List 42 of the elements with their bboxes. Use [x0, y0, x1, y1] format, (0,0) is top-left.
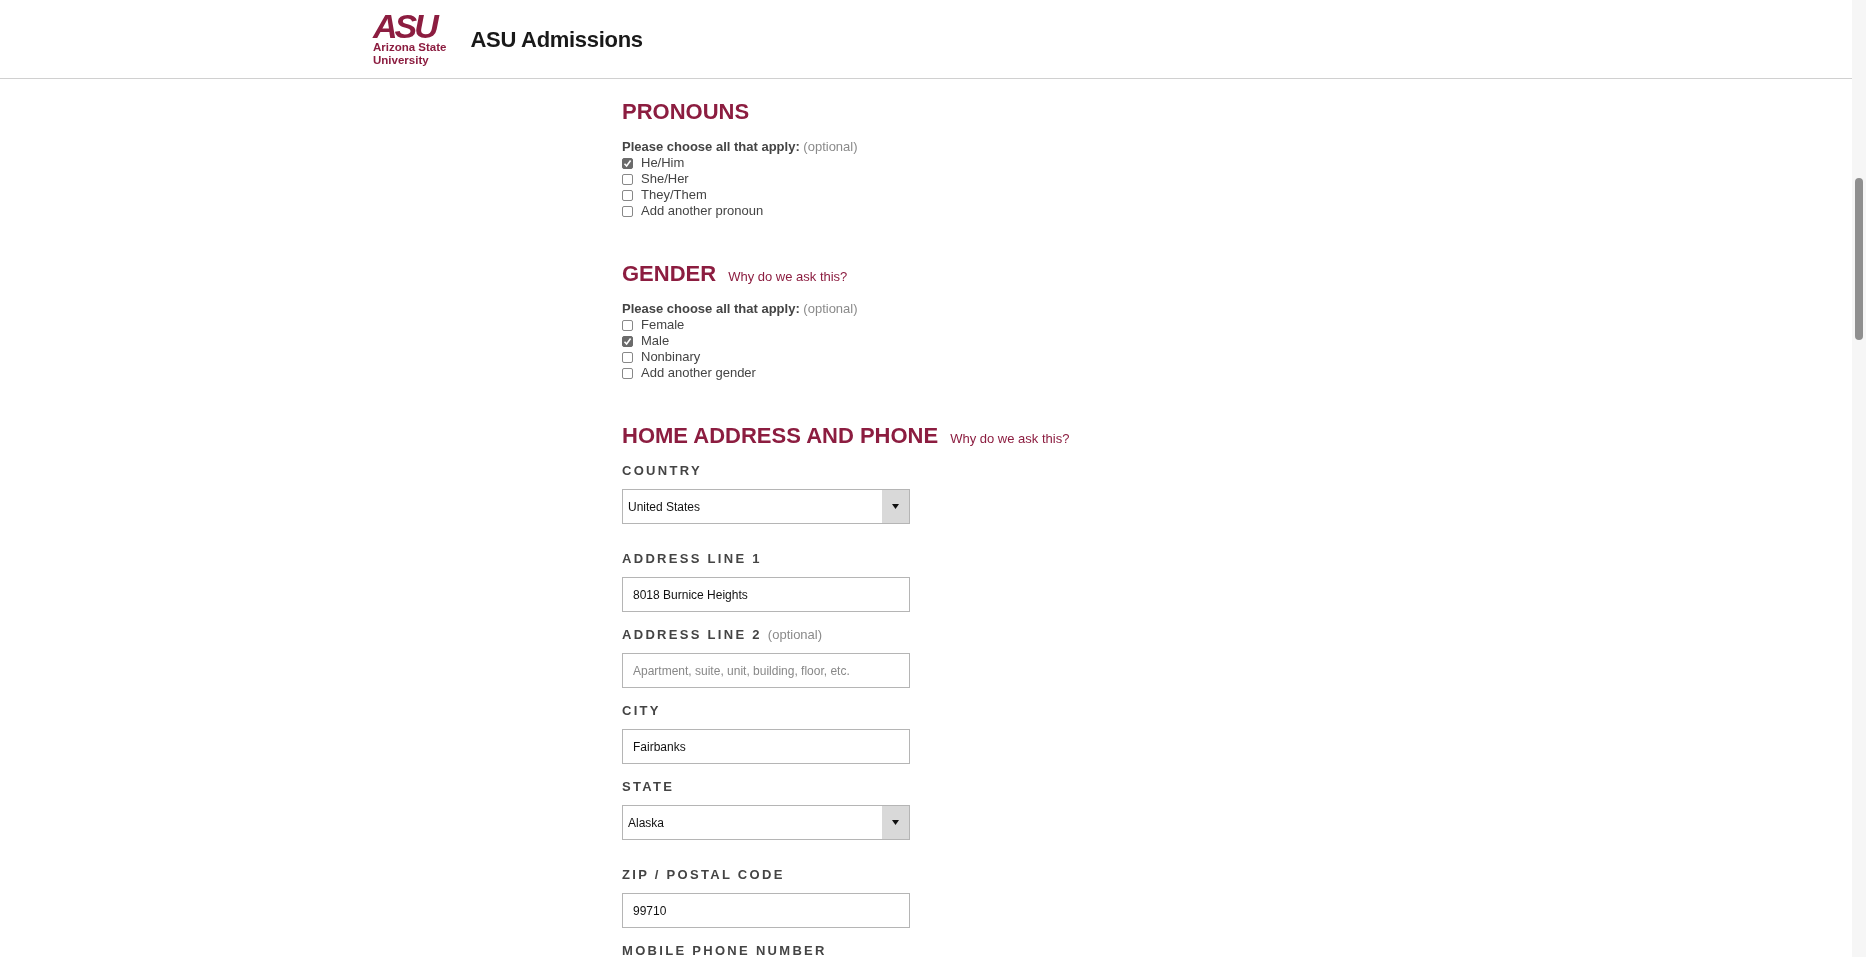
section-heading: HOME ADDRESS AND PHONE — [622, 423, 939, 449]
why-link[interactable]: Why do we ask this? — [950, 429, 1070, 449]
why-link[interactable]: Why do we ask this? — [728, 267, 848, 287]
checkbox[interactable] — [622, 205, 633, 217]
field-label: MOBILE PHONE NUMBER — [622, 943, 828, 957]
field-label: STATE — [622, 779, 676, 795]
scrollbar-thumb[interactable] — [1855, 178, 1863, 340]
scrollbar[interactable] — [1852, 0, 1866, 957]
option-label: He/Him — [641, 155, 685, 171]
option-label: Female — [641, 317, 685, 333]
site-title: ASU Admissions — [470, 25, 643, 54]
input-field[interactable]: 8018 Burnice Heights — [622, 577, 910, 612]
caret-icon — [892, 820, 899, 825]
input-field[interactable]: 99710 — [622, 893, 910, 928]
university-logo[interactable]: ASU Arizona State University — [373, 11, 447, 67]
prompt-text: Please choose all that apply: (optional) — [622, 139, 859, 155]
option-label: Male — [641, 333, 670, 349]
field-label: COUNTRY — [622, 463, 703, 479]
checkbox[interactable] — [622, 319, 633, 331]
select-field[interactable]: United States — [622, 489, 910, 524]
input-field[interactable]: Apartment, suite, unit, building, floor, etc. — [622, 653, 910, 688]
section-heading: PRONOUNS — [622, 99, 750, 125]
field-label: ADDRESS LINE 1 — [622, 551, 763, 567]
option-label: Add another pronoun — [641, 203, 764, 219]
option-label: Add another gender — [641, 365, 756, 381]
checkbox[interactable] — [622, 189, 633, 201]
field-label: ZIP / POSTAL CODE — [622, 867, 786, 883]
section-heading: GENDER — [622, 261, 717, 287]
option-label: Nonbinary — [641, 349, 701, 365]
prompt-text: Please choose all that apply: (optional) — [622, 301, 859, 317]
checkbox[interactable] — [622, 157, 633, 169]
caret-icon — [892, 504, 899, 509]
checkbox[interactable] — [622, 335, 633, 347]
option-label: They/Them — [641, 187, 707, 203]
field-label: ADDRESS LINE 2 (optional) — [622, 627, 824, 643]
checkbox[interactable] — [622, 351, 633, 363]
checkbox[interactable] — [622, 173, 633, 185]
select-field[interactable]: Alaska — [622, 805, 910, 840]
option-label: She/Her — [641, 171, 689, 187]
field-label: CITY — [622, 703, 662, 719]
input-field[interactable]: Fairbanks — [622, 729, 910, 764]
checkbox[interactable] — [622, 367, 633, 379]
